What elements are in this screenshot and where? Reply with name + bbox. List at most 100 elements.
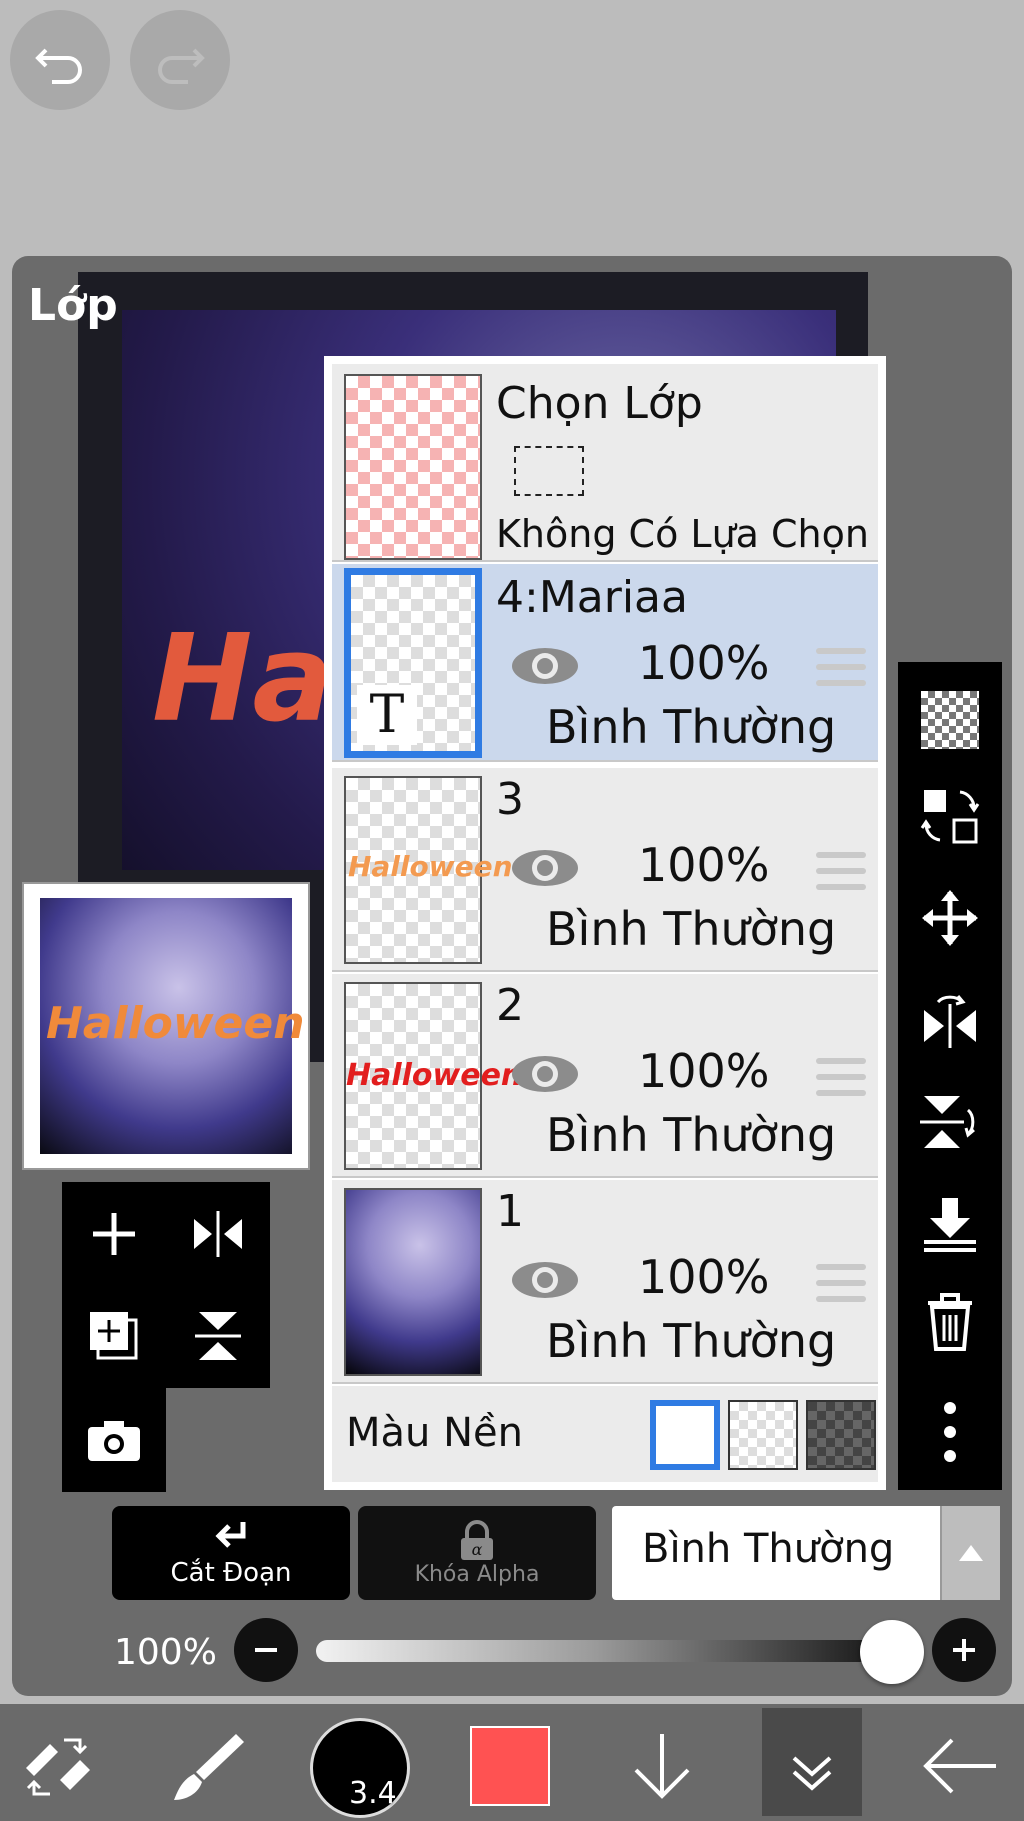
layer-opacity: 100%	[638, 636, 770, 690]
brush-icon	[174, 1734, 244, 1800]
layer-row[interactable]: 1 100% Bình Thường	[332, 1180, 878, 1384]
brush-size-button[interactable]: 3.4	[310, 1718, 410, 1818]
duplicate-layer-button[interactable]	[80, 1302, 148, 1370]
layer-thumbnail	[344, 1188, 482, 1376]
layer-row[interactable]: T 4:Mariaa 100% Bình Thường	[332, 564, 878, 762]
drag-handle-icon[interactable]	[816, 648, 866, 696]
more-icon	[944, 1402, 956, 1462]
merge-down-icon	[924, 1198, 976, 1252]
blend-mode-dropdown-button[interactable]	[940, 1506, 1000, 1600]
layers-list: Chọn Lớp Không Có Lựa Chọn T 4:Mariaa 10…	[324, 356, 886, 1490]
checker-button[interactable]	[918, 688, 982, 752]
flip-horizontal-button[interactable]	[184, 1200, 252, 1268]
opacity-label: 100%	[114, 1632, 217, 1673]
layer-name: 1	[496, 1186, 524, 1237]
caret-up-icon	[959, 1545, 983, 1561]
selection-subtitle: Không Có Lựa Chọn	[496, 512, 869, 556]
selection-marquee-icon	[514, 446, 584, 496]
flip-vertical-icon	[920, 1096, 975, 1148]
layer-opacity: 100%	[638, 838, 770, 892]
drag-handle-icon[interactable]	[816, 1264, 866, 1312]
background-color-row: Màu Nền	[332, 1386, 878, 1482]
preview-halloween-art: Halloween	[46, 998, 305, 1049]
svg-text:α: α	[472, 1540, 483, 1559]
flip-horizontal-button[interactable]	[918, 988, 982, 1052]
layer-name: 2	[496, 980, 524, 1031]
visibility-eye-icon[interactable]	[510, 1054, 580, 1094]
alpha-lock-label: Khóa Alpha	[414, 1561, 540, 1587]
opacity-slider-track[interactable]	[316, 1640, 876, 1662]
bottom-toolbar: 3.4	[0, 1704, 1024, 1821]
visibility-eye-icon[interactable]	[510, 1260, 580, 1300]
opacity-decrease-button[interactable]	[234, 1618, 298, 1682]
chevron-double-down-icon	[792, 1756, 832, 1791]
move-icon	[922, 890, 978, 946]
right-toolbar	[898, 662, 1002, 1490]
flip-vertical-button[interactable]	[184, 1302, 252, 1370]
layer-blend-mode: Bình Thường	[546, 902, 837, 956]
move-button[interactable]	[918, 886, 982, 950]
more-button[interactable]	[918, 1400, 982, 1464]
layer-thumbnail: Halloween	[344, 776, 513, 964]
canvas-preview[interactable]: Halloween	[22, 882, 310, 1170]
transform-tool-button[interactable]	[20, 1728, 96, 1804]
flip-vertical-button[interactable]	[918, 1090, 982, 1154]
redo-icon	[158, 48, 205, 84]
arrow-left-icon	[923, 1738, 996, 1794]
layer-opacity: 100%	[638, 1044, 770, 1098]
background-white-option[interactable]	[650, 1400, 720, 1470]
camera-button[interactable]	[80, 1406, 148, 1474]
background-dark-option[interactable]	[806, 1400, 876, 1470]
selection-layer-row[interactable]: Chọn Lớp Không Có Lựa Chọn	[332, 364, 878, 562]
layers-menu-button[interactable]	[762, 1708, 862, 1816]
clipping-button[interactable]: Cắt Đoạn	[112, 1506, 350, 1600]
swap-layer-button[interactable]	[918, 784, 982, 848]
layer-row[interactable]: Halloween 2 100% Bình Thường	[332, 974, 878, 1178]
back-button[interactable]	[920, 1728, 1000, 1804]
drag-handle-icon[interactable]	[816, 852, 866, 900]
panel-title: Lớp	[28, 280, 118, 331]
flip-horizontal-icon	[924, 995, 976, 1048]
swap-layer-icon	[920, 790, 980, 844]
merge-down-button[interactable]	[918, 1192, 982, 1256]
drag-handle-icon[interactable]	[816, 1058, 866, 1106]
delete-layer-button[interactable]	[918, 1290, 982, 1354]
layer-down-button[interactable]	[624, 1728, 700, 1804]
minus-icon	[255, 1648, 277, 1652]
undo-icon	[35, 48, 82, 84]
opacity-slider-thumb[interactable]	[860, 1620, 924, 1684]
undo-button[interactable]	[10, 10, 110, 110]
background-label: Màu Nền	[346, 1410, 523, 1456]
layer-blend-mode: Bình Thường	[546, 1314, 837, 1368]
add-layer-icon	[93, 1213, 135, 1255]
thumb-art: Halloween	[348, 850, 513, 883]
color-swatch-button[interactable]	[470, 1726, 550, 1806]
layer-name: 4:Mariaa	[496, 572, 688, 623]
add-layer-button[interactable]	[80, 1200, 148, 1268]
opacity-increase-button[interactable]	[932, 1618, 996, 1682]
layer-row[interactable]: Halloween 3 100% Bình Thường	[332, 768, 878, 972]
preview-image: Halloween	[40, 898, 305, 1154]
blend-mode-select[interactable]: Bình Thường	[612, 1506, 1000, 1600]
text-layer-icon: T	[357, 685, 417, 745]
brush-tool-button[interactable]	[170, 1728, 246, 1804]
layer-blend-mode: Bình Thường	[546, 1108, 837, 1162]
flip-h-icon	[194, 1211, 242, 1257]
visibility-eye-icon[interactable]	[510, 646, 580, 686]
clipping-label: Cắt Đoạn	[170, 1558, 292, 1588]
selection-title: Chọn Lớp	[496, 378, 703, 429]
visibility-eye-icon[interactable]	[510, 848, 580, 888]
arrow-down-icon	[634, 1734, 690, 1799]
layer-thumbnail: T	[344, 568, 482, 758]
blend-mode-value: Bình Thường	[642, 1526, 895, 1572]
layer-name: 3	[496, 774, 524, 825]
layer-thumbnail: Halloween	[344, 982, 522, 1170]
duplicate-layer-icon	[90, 1312, 138, 1360]
background-transparent-option[interactable]	[728, 1400, 798, 1470]
selection-thumbnail	[344, 374, 482, 560]
redo-button[interactable]	[130, 10, 230, 110]
alpha-lock-button[interactable]: α Khóa Alpha	[358, 1506, 596, 1600]
layer-blend-mode: Bình Thường	[546, 700, 837, 754]
brush-eraser-swap-icon	[26, 1738, 90, 1796]
brush-size-value: 3.4	[349, 1776, 397, 1811]
